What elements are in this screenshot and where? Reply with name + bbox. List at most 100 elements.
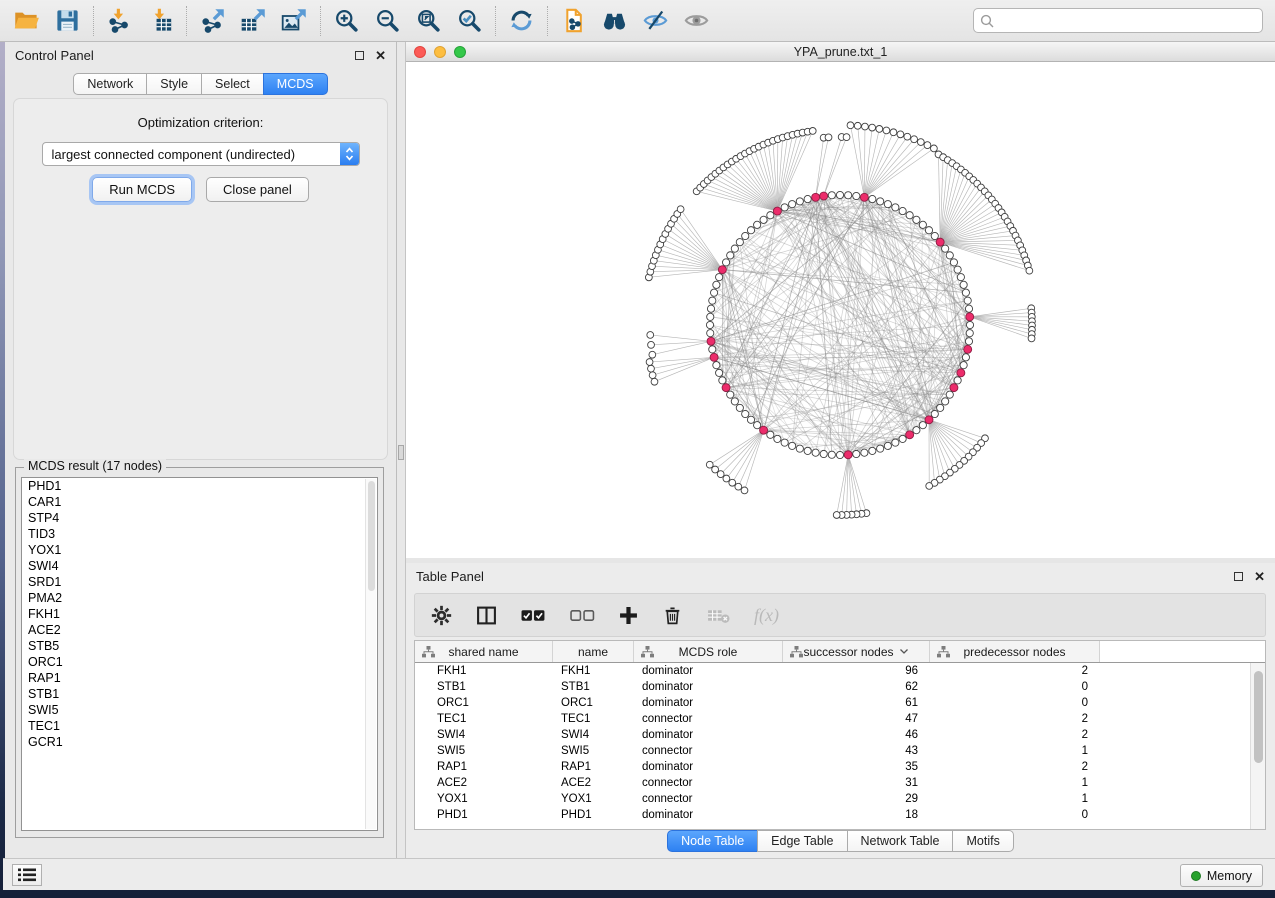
table-row[interactable]: STB1STB1dominator620 <box>415 679 1265 695</box>
export-image-button[interactable] <box>274 3 315 39</box>
task-history-button[interactable] <box>12 864 42 886</box>
tab-edge-table[interactable]: Edge Table <box>757 830 847 852</box>
column-header-name[interactable]: name <box>553 641 634 662</box>
float-table-panel-icon[interactable] <box>1234 572 1243 581</box>
export-table-button[interactable] <box>233 3 274 39</box>
run-mcds-button[interactable]: Run MCDS <box>92 177 192 202</box>
table-row[interactable]: TEC1TEC1connector472 <box>415 711 1265 727</box>
import-network-icon <box>106 7 133 34</box>
cell-shared-name: SWI4 <box>415 729 553 741</box>
export-network-button[interactable] <box>192 3 233 39</box>
search-field[interactable] <box>973 8 1263 33</box>
mcds-result-item[interactable]: ORC1 <box>22 654 377 670</box>
mcds-result-item[interactable]: STP4 <box>22 510 377 526</box>
mcds-result-item[interactable]: PMA2 <box>22 590 377 606</box>
cell-predecessor-nodes: 0 <box>930 697 1100 709</box>
tab-select[interactable]: Select <box>201 73 264 95</box>
table-row[interactable]: ORC1ORC1dominator610 <box>415 695 1265 711</box>
vertical-splitter[interactable] <box>397 42 406 858</box>
search-input[interactable] <box>999 12 1256 29</box>
show-all-button[interactable] <box>676 3 717 39</box>
mcds-result-item[interactable]: TEC1 <box>22 718 377 734</box>
import-table-button[interactable] <box>140 3 181 39</box>
save-session-button[interactable] <box>47 3 88 39</box>
save-session-icon <box>54 7 81 34</box>
table-toolbar: f(x) <box>414 593 1266 637</box>
zoom-selected-button[interactable] <box>449 3 490 39</box>
new-network-from-selection-button[interactable] <box>553 3 594 39</box>
zoom-in-button[interactable] <box>326 3 367 39</box>
mcds-result-item[interactable]: ACE2 <box>22 622 377 638</box>
mcds-result-item[interactable]: SWI5 <box>22 702 377 718</box>
status-bar: Memory <box>3 858 1275 890</box>
table-scrollbar-thumb[interactable] <box>1254 671 1263 763</box>
table-header-row: shared namenameMCDS rolesuccessor nodesp… <box>415 641 1265 663</box>
close-panel-icon[interactable]: ✕ <box>375 49 386 62</box>
column-header-successor-nodes[interactable]: successor nodes <box>783 641 930 662</box>
mcds-result-item[interactable]: PHD1 <box>22 478 377 494</box>
zoom-out-button[interactable] <box>367 3 408 39</box>
table-row[interactable]: ACE2ACE2connector311 <box>415 775 1265 791</box>
deselect-all-button[interactable] <box>570 608 595 623</box>
split-panel-button[interactable] <box>476 605 497 626</box>
cell-predecessor-nodes: 2 <box>930 761 1100 773</box>
close-panel-button[interactable]: Close panel <box>206 177 309 202</box>
network-graph[interactable] <box>406 62 1275 558</box>
mcds-result-item[interactable]: STB5 <box>22 638 377 654</box>
cell-MCDS-role: dominator <box>634 809 783 821</box>
cell-predecessor-nodes: 2 <box>930 729 1100 741</box>
add-column-button[interactable] <box>619 606 638 625</box>
mcds-result-item[interactable]: GCR1 <box>22 734 377 750</box>
import-network-button[interactable] <box>99 3 140 39</box>
table-row[interactable]: PHD1PHD1dominator180 <box>415 807 1265 823</box>
column-header-MCDS-role[interactable]: MCDS role <box>634 641 783 662</box>
tab-network-table[interactable]: Network Table <box>847 830 954 852</box>
mcds-result-item[interactable]: SRD1 <box>22 574 377 590</box>
mcds-result-item[interactable]: RAP1 <box>22 670 377 686</box>
close-table-panel-icon[interactable]: ✕ <box>1254 570 1265 583</box>
network-window-title: YPA_prune.txt_1 <box>406 45 1275 59</box>
mcds-result-item[interactable]: YOX1 <box>22 542 377 558</box>
mcds-result-item[interactable]: FKH1 <box>22 606 377 622</box>
delete-table-button <box>707 607 730 624</box>
cell-successor-nodes: 61 <box>783 697 930 709</box>
cell-successor-nodes: 62 <box>783 681 930 693</box>
apply-layout-button[interactable] <box>501 3 542 39</box>
column-header-predecessor-nodes[interactable]: predecessor nodes <box>930 641 1100 662</box>
open-file-button[interactable] <box>6 3 47 39</box>
column-header-shared-name[interactable]: shared name <box>415 641 553 662</box>
splitter-grip[interactable] <box>398 445 404 460</box>
table-row[interactable]: RAP1RAP1dominator352 <box>415 759 1265 775</box>
memory-button[interactable]: Memory <box>1180 864 1263 887</box>
cell-name: STB1 <box>553 681 634 693</box>
table-row[interactable]: FKH1FKH1dominator962 <box>415 663 1265 679</box>
table-row[interactable]: YOX1YOX1connector291 <box>415 791 1265 807</box>
settings-gear-button[interactable] <box>431 605 452 626</box>
cell-shared-name: STB1 <box>415 681 553 693</box>
table-row[interactable]: SWI5SWI5connector431 <box>415 743 1265 759</box>
tab-network[interactable]: Network <box>73 73 147 95</box>
tab-style[interactable]: Style <box>146 73 202 95</box>
mcds-result-item[interactable]: STB1 <box>22 686 377 702</box>
mcds-list-scrollbar[interactable] <box>365 479 376 829</box>
hide-selected-button[interactable] <box>635 3 676 39</box>
main-toolbar-buttons <box>6 3 717 39</box>
mcds-result-item[interactable]: CAR1 <box>22 494 377 510</box>
float-panel-icon[interactable] <box>355 51 364 60</box>
mcds-result-item[interactable]: SWI4 <box>22 558 377 574</box>
table-scrollbar[interactable] <box>1250 663 1265 829</box>
mcds-result-item[interactable]: TID3 <box>22 526 377 542</box>
delete-columns-button[interactable] <box>662 605 683 626</box>
find-binoculars-button[interactable] <box>594 3 635 39</box>
tab-motifs[interactable]: Motifs <box>952 830 1013 852</box>
select-all-button[interactable] <box>521 608 546 623</box>
control-panel-tabs: NetworkStyleSelectMCDS <box>73 73 327 95</box>
optimization-criterion-select[interactable]: largest connected component (undirected) <box>42 142 360 166</box>
table-row[interactable]: SWI4SWI4dominator462 <box>415 727 1265 743</box>
zoom-fit-button[interactable] <box>408 3 449 39</box>
tab-node-table[interactable]: Node Table <box>667 830 758 852</box>
cell-shared-name: ORC1 <box>415 697 553 709</box>
tab-mcds[interactable]: MCDS <box>263 73 328 95</box>
cell-MCDS-role: dominator <box>634 697 783 709</box>
export-table-icon <box>240 7 267 34</box>
